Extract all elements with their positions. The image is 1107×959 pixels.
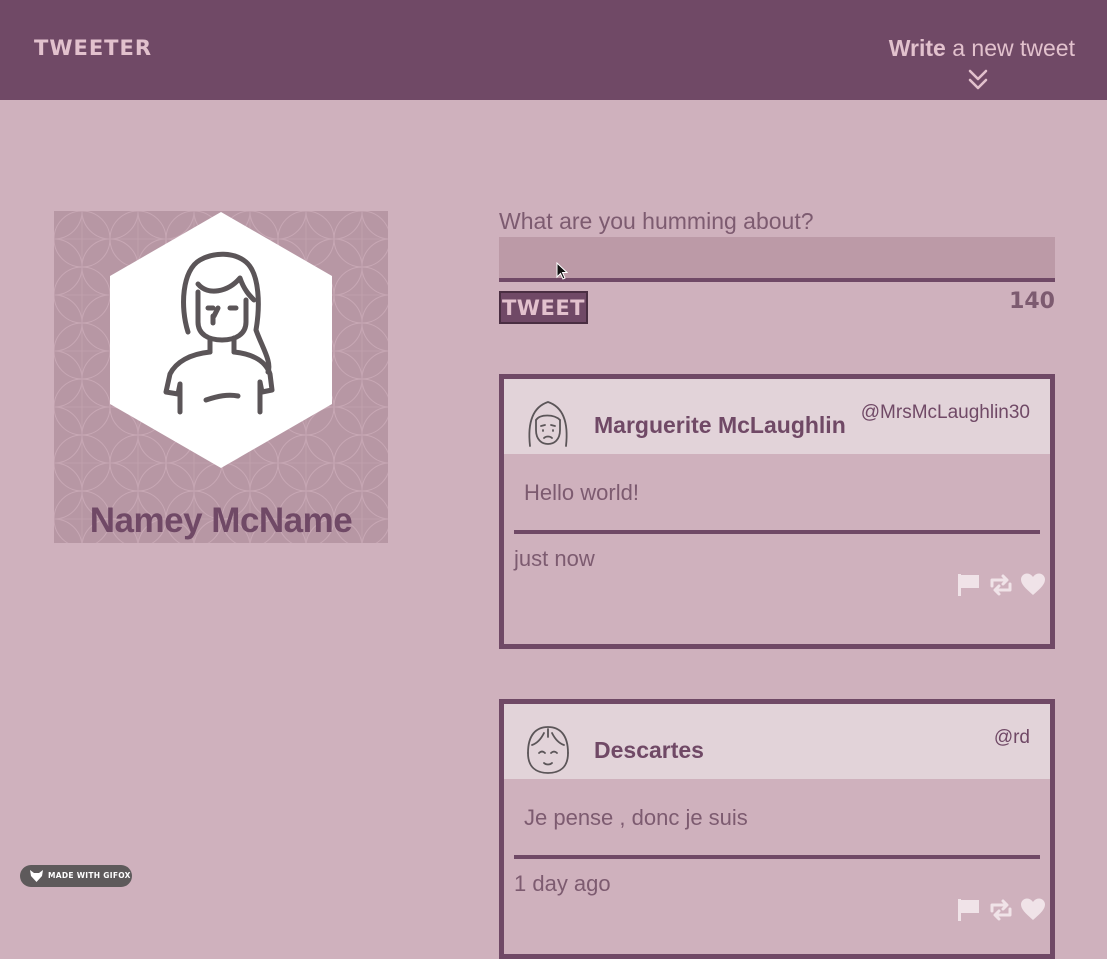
tweet-divider bbox=[514, 530, 1040, 534]
smiling-child-avatar-icon bbox=[527, 726, 569, 774]
flag-icon[interactable] bbox=[956, 572, 982, 598]
tweet-author-handle[interactable]: @MrsMcLaughlin30 bbox=[861, 402, 1030, 424]
woman-avatar-icon bbox=[110, 212, 332, 468]
profile-card: Namey McName bbox=[54, 211, 388, 543]
brand-logo[interactable]: TWEETER bbox=[34, 36, 152, 60]
navbar: TWEETER Write a new tweet bbox=[0, 0, 1107, 100]
tweet-body: Hello world! just now bbox=[504, 454, 1050, 596]
mouse-cursor-icon bbox=[556, 262, 568, 280]
tweet-timestamp: 1 day ago bbox=[514, 871, 611, 896]
tweet-text: Je pense , donc je suis bbox=[524, 805, 748, 830]
composer-label: What are you humming about? bbox=[499, 208, 814, 234]
retweet-icon[interactable] bbox=[988, 572, 1014, 598]
heart-icon[interactable] bbox=[1020, 897, 1046, 923]
compose-link-rest: a new tweet bbox=[945, 35, 1075, 61]
double-chevron-down-icon[interactable] bbox=[966, 68, 990, 92]
tweet-card: Descartes @rd Je pense , donc je suis 1 … bbox=[499, 699, 1055, 959]
tweet-button[interactable]: TWEET bbox=[499, 291, 588, 324]
tweet-input[interactable] bbox=[499, 237, 1055, 282]
tweet-card: Marguerite McLaughlin @MrsMcLaughlin30 H… bbox=[499, 374, 1055, 649]
tweet-author-handle[interactable]: @rd bbox=[994, 727, 1030, 749]
compose-link-bold: Write bbox=[888, 35, 946, 61]
made-with-gifox-badge[interactable]: MADE WITH GIFOX bbox=[20, 865, 132, 887]
heart-icon[interactable] bbox=[1020, 572, 1046, 598]
tweet-timestamp: just now bbox=[514, 546, 595, 571]
tweet-header: Descartes @rd bbox=[504, 704, 1050, 779]
tweet-actions bbox=[956, 572, 1046, 598]
write-new-tweet-link[interactable]: Write a new tweet bbox=[889, 35, 1075, 62]
profile-name: Namey McName bbox=[89, 501, 353, 540]
fox-icon bbox=[30, 870, 43, 882]
tweet-header: Marguerite McLaughlin @MrsMcLaughlin30 bbox=[504, 379, 1050, 454]
badge-label: MADE WITH GIFOX bbox=[48, 871, 131, 880]
retweet-icon[interactable] bbox=[988, 897, 1014, 923]
character-counter: 140 bbox=[1009, 289, 1055, 314]
flag-icon[interactable] bbox=[956, 897, 982, 923]
tweet-body: Je pense , donc je suis 1 day ago bbox=[504, 779, 1050, 921]
tweet-author-name[interactable]: Descartes bbox=[594, 737, 704, 764]
sad-woman-avatar-icon bbox=[528, 401, 568, 447]
tweet-author-name[interactable]: Marguerite McLaughlin bbox=[594, 412, 846, 439]
tweet-divider bbox=[514, 855, 1040, 859]
tweet-text: Hello world! bbox=[524, 480, 639, 505]
tweet-actions bbox=[956, 897, 1046, 923]
